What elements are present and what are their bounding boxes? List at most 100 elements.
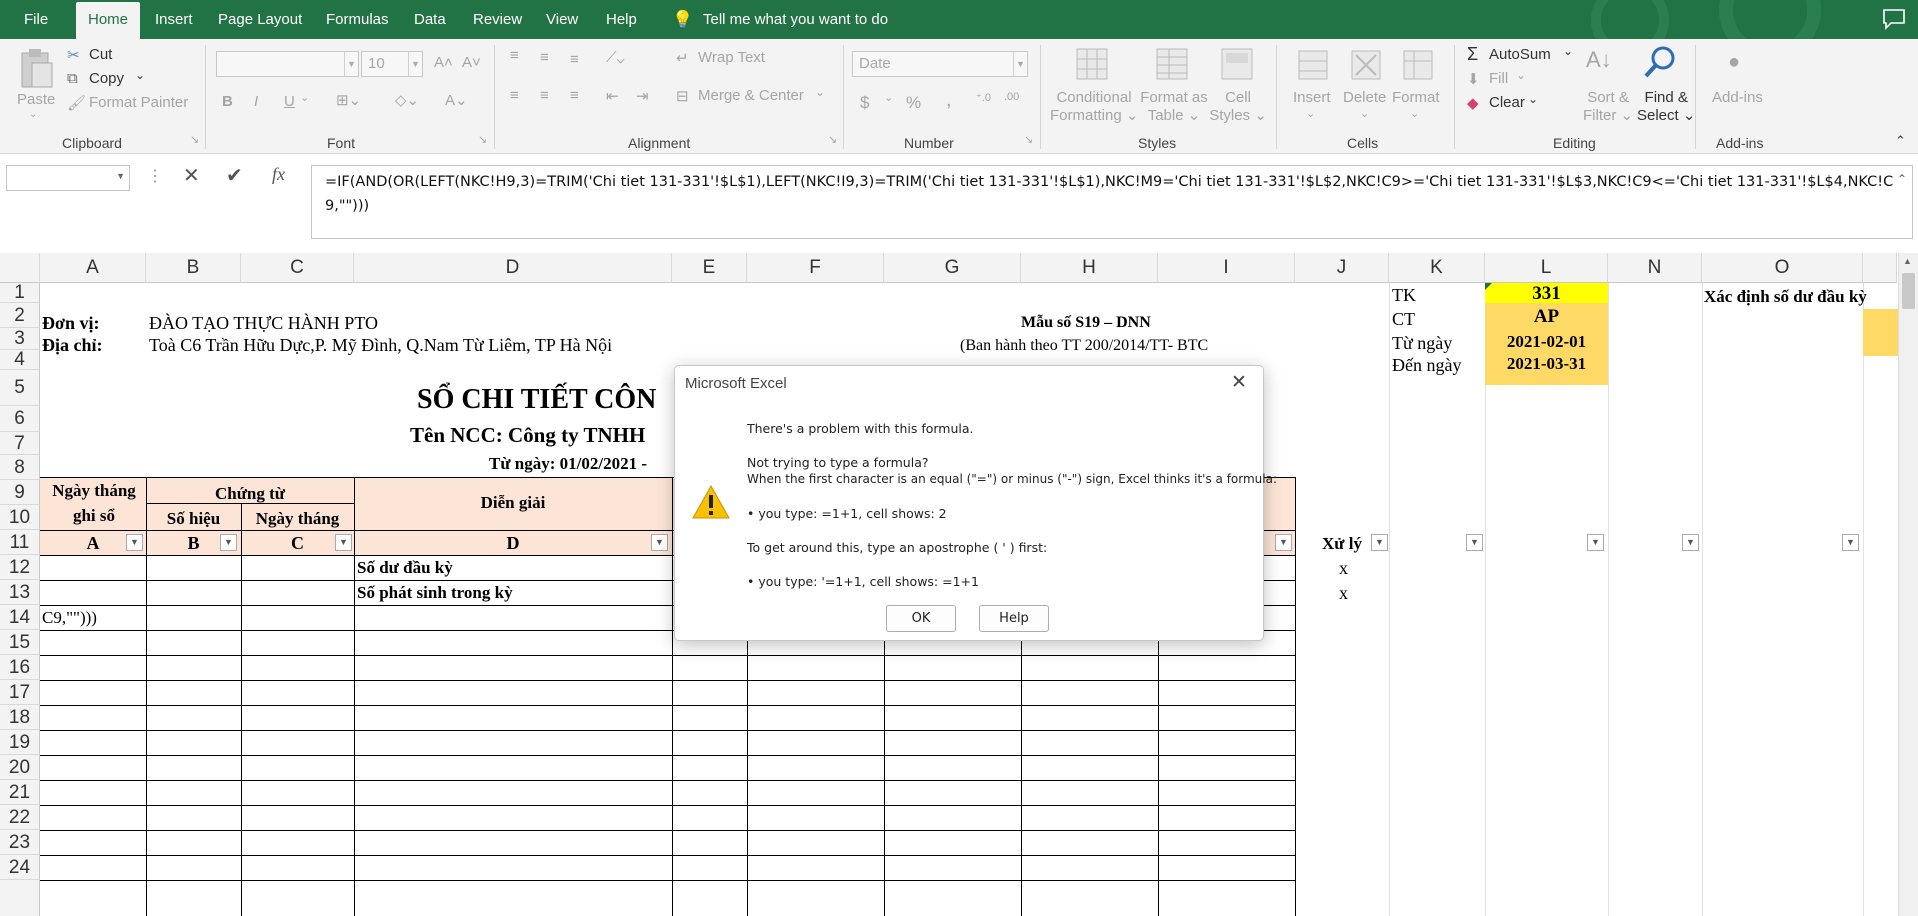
dialog-launcher-icon[interactable]: ↘ xyxy=(478,133,487,146)
column-header-l[interactable]: L xyxy=(1485,253,1608,283)
cell-tu-ngay-value[interactable]: 2021-02-01 xyxy=(1485,332,1608,352)
tab-data[interactable]: Data xyxy=(414,0,446,39)
dialog-launcher-icon[interactable]: ↘ xyxy=(828,133,837,146)
align-center-icon[interactable]: ≡ xyxy=(540,87,549,104)
filter-dropdown-n[interactable]: ▼ xyxy=(1682,534,1699,551)
merge-center-button[interactable]: Merge & Center xyxy=(698,87,804,104)
italic-button[interactable]: I xyxy=(254,93,258,110)
filter-dropdown-b[interactable]: ▼ xyxy=(220,534,237,551)
column-header-k[interactable]: K xyxy=(1389,253,1485,283)
tab-file[interactable]: File xyxy=(24,0,48,39)
formula-input[interactable]: =IF(AND(OR(LEFT(NKC!H9,3)=TRIM('Chi tiet… xyxy=(311,165,1913,239)
fill-button[interactable]: Fill xyxy=(1489,70,1508,87)
tab-home[interactable]: Home xyxy=(76,2,141,39)
filter-dropdown-j[interactable]: ▼ xyxy=(1371,534,1388,551)
brush-icon: 🖌 xyxy=(67,95,87,112)
header-ghi-so: ghi sổ xyxy=(72,506,116,525)
collapse-ribbon-icon[interactable]: ⌃ xyxy=(1895,133,1906,149)
bold-button[interactable]: B xyxy=(222,93,233,110)
align-top-icon[interactable]: ≡ xyxy=(510,47,519,64)
currency-button[interactable]: $ xyxy=(860,93,869,113)
cut-button[interactable]: Cut xyxy=(89,46,112,63)
orientation-icon[interactable]: ⟋⌄ xyxy=(606,49,625,66)
cell-xu-ly: Xử lý xyxy=(1322,534,1362,553)
sort-filter-button[interactable]: Sort & Filter ⌄ xyxy=(1583,89,1633,124)
ok-button[interactable]: OK xyxy=(886,605,956,632)
borders-icon[interactable]: ⊞⌄ xyxy=(336,91,361,109)
column-header-blank xyxy=(1863,253,1897,283)
cell-tk-value[interactable]: 331 xyxy=(1485,283,1608,305)
styles-group-label: Styles xyxy=(1138,135,1177,151)
dialog-launcher-icon[interactable]: ↘ xyxy=(190,133,199,146)
chevron-down-icon: ⌄ xyxy=(1360,108,1370,120)
cell-p2[interactable] xyxy=(1863,309,1898,356)
cells-group-label: Cells xyxy=(1347,135,1379,151)
tab-view[interactable]: View xyxy=(546,0,578,39)
cancel-icon[interactable]: ✕ xyxy=(183,163,200,188)
enter-check-icon[interactable]: ✔ xyxy=(226,163,243,188)
vertical-scrollbar[interactable]: ▲ xyxy=(1898,253,1918,916)
cell-styles-button[interactable]: Cell Styles ⌄ xyxy=(1206,89,1270,124)
decrease-indent-icon[interactable]: ⇤ xyxy=(606,87,619,105)
help-button[interactable]: Help xyxy=(979,605,1049,632)
tab-formulas[interactable]: Formulas xyxy=(326,0,389,39)
increase-font-icon[interactable]: A˄ xyxy=(434,54,453,71)
addins-button[interactable]: Add-ins xyxy=(1712,89,1763,106)
underline-button[interactable]: U xyxy=(284,93,295,110)
tab-help[interactable]: Help xyxy=(606,0,637,39)
filter-dropdown-a[interactable]: ▼ xyxy=(126,534,143,551)
decrease-font-icon[interactable]: A˅ xyxy=(462,54,481,71)
tell-me-search[interactable]: Tell me what you want to do xyxy=(703,0,888,39)
number-format-combo[interactable]: Date ▼ xyxy=(852,51,1028,77)
name-box[interactable]: ▼ xyxy=(6,165,130,191)
cell-den-ngay-value[interactable]: 2021-03-31 xyxy=(1485,354,1608,374)
autosum-button[interactable]: AutoSum xyxy=(1489,46,1551,63)
filter-dropdown-k[interactable]: ▼ xyxy=(1466,534,1483,551)
cell-a13[interactable]: C9,""))) xyxy=(42,608,97,628)
format-as-table-button[interactable]: Format as Table ⌄ xyxy=(1136,89,1212,124)
format-button[interactable]: Format xyxy=(1392,89,1440,106)
increase-indent-icon[interactable]: ⇥ xyxy=(636,87,649,105)
collapse-formula-icon[interactable]: ⌃ xyxy=(1897,172,1907,186)
scroll-up-icon: ▲ xyxy=(1903,256,1912,266)
filter-dropdown-d[interactable]: ▼ xyxy=(651,534,668,551)
align-middle-icon[interactable]: ≡ xyxy=(540,49,549,66)
column-header-j[interactable]: J xyxy=(1295,253,1389,283)
filter-dropdown-i[interactable]: ▼ xyxy=(1275,534,1292,551)
find-select-button[interactable]: Find & Select ⌄ xyxy=(1637,89,1695,124)
cell-x-12: x xyxy=(1339,583,1348,603)
comma-button[interactable]: , xyxy=(946,89,952,112)
fill-icon: ⬇ xyxy=(1467,71,1480,88)
align-bottom-icon[interactable]: ≡ xyxy=(570,51,579,68)
align-right-icon[interactable]: ≡ xyxy=(570,87,579,104)
column-header-o[interactable]: O xyxy=(1702,253,1863,283)
increase-decimal-icon[interactable]: ⁺.0 xyxy=(976,91,991,104)
filter-dropdown-c[interactable]: ▼ xyxy=(335,534,352,551)
cell-ct-value[interactable]: AP xyxy=(1485,306,1608,328)
clear-button[interactable]: Clear xyxy=(1489,94,1525,111)
filter-dropdown-l[interactable]: ▼ xyxy=(1587,534,1604,551)
fill-color-icon[interactable]: ◇⌄ xyxy=(395,91,419,109)
comments-icon[interactable] xyxy=(1882,8,1906,30)
insert-function-button[interactable]: fx xyxy=(272,164,285,185)
font-name-combo[interactable]: ▼ xyxy=(216,51,359,77)
tab-review[interactable]: Review xyxy=(473,0,522,39)
column-header-n[interactable]: N xyxy=(1608,253,1702,283)
delete-button[interactable]: Delete xyxy=(1343,89,1386,106)
align-left-icon[interactable]: ≡ xyxy=(510,87,519,104)
dialog-launcher-icon[interactable]: ↘ xyxy=(1024,133,1033,146)
font-color-icon[interactable]: A⌄ xyxy=(445,91,468,109)
paste-button[interactable]: Paste xyxy=(17,91,55,108)
close-icon[interactable]: ✕ xyxy=(1231,371,1247,394)
font-size-combo[interactable]: 10 ▼ xyxy=(361,51,423,77)
percent-button[interactable]: % xyxy=(906,93,921,113)
wrap-text-button[interactable]: Wrap Text xyxy=(698,49,765,66)
tab-page-layout[interactable]: Page Layout xyxy=(218,0,302,39)
decrease-decimal-icon[interactable]: .00 xyxy=(1004,91,1019,103)
insert-button[interactable]: Insert xyxy=(1293,89,1331,106)
filter-dropdown-o[interactable]: ▼ xyxy=(1842,534,1859,551)
tab-insert[interactable]: Insert xyxy=(155,0,193,39)
copy-button[interactable]: Copy xyxy=(89,70,124,87)
format-painter-button[interactable]: Format Painter xyxy=(89,94,188,111)
conditional-formatting-button[interactable]: Conditional Formatting ⌄ xyxy=(1050,89,1138,124)
